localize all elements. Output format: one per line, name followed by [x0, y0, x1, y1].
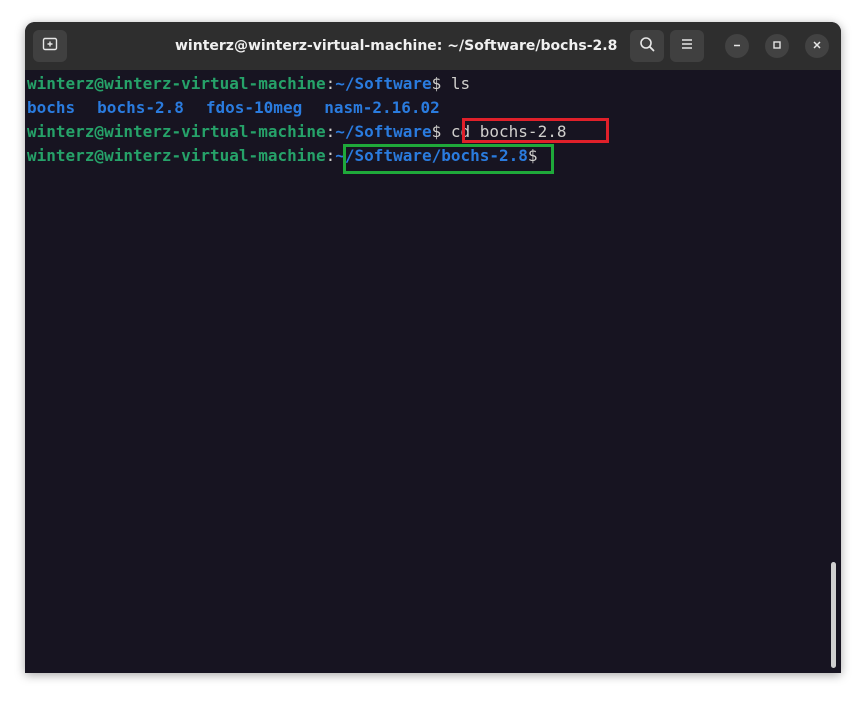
- prompt-user: winterz@winterz-virtual-machine: [27, 74, 326, 93]
- listing-entry: fdos-10meg: [205, 98, 303, 117]
- prompt-path: ~/Software: [335, 122, 432, 141]
- listing-entry: bochs-2.8: [97, 98, 184, 117]
- maximize-button[interactable]: [765, 34, 789, 58]
- maximize-icon: [772, 37, 782, 55]
- search-button[interactable]: [630, 30, 664, 62]
- new-tab-icon: [42, 36, 58, 57]
- highlight-box-green: [343, 144, 554, 174]
- listing-entry: nasm-2.16.02: [324, 98, 440, 117]
- prompt-user: winterz@winterz-virtual-machine: [27, 146, 326, 165]
- window-title: winterz@winterz-virtual-machine: ~/Softw…: [175, 38, 618, 54]
- search-icon: [639, 36, 655, 57]
- terminal-line: winterz@winterz-virtual-machine:~/Softwa…: [27, 120, 827, 144]
- prompt-path: ~/Software: [335, 74, 432, 93]
- close-button[interactable]: [805, 34, 829, 58]
- terminal-window: winterz@winterz-virtual-machine: ~/Softw…: [25, 22, 841, 673]
- prompt-dollar: $: [431, 122, 442, 141]
- terminal-line: winterz@winterz-virtual-machine:~/Softwa…: [27, 72, 827, 96]
- prompt-dollar: $: [431, 74, 442, 93]
- command-text: ls: [441, 74, 471, 93]
- hamburger-menu-icon: [679, 36, 695, 57]
- prompt-colon: :: [325, 146, 336, 165]
- prompt-colon: :: [325, 74, 336, 93]
- directory-listing: bochs bochs-2.8 fdos-10meg nasm-2.16.02: [27, 96, 827, 120]
- minimize-icon: [732, 37, 742, 55]
- close-icon: [812, 37, 822, 55]
- prompt-user: winterz@winterz-virtual-machine: [27, 122, 326, 141]
- prompt-colon: :: [325, 122, 336, 141]
- listing-entry: bochs: [27, 98, 76, 117]
- minimize-button[interactable]: [725, 34, 749, 58]
- menu-button[interactable]: [670, 30, 704, 62]
- highlight-box-red: [462, 118, 609, 143]
- scrollbar[interactable]: [831, 562, 836, 668]
- new-tab-button[interactable]: [33, 30, 67, 62]
- title-bar[interactable]: winterz@winterz-virtual-machine: ~/Softw…: [25, 22, 841, 70]
